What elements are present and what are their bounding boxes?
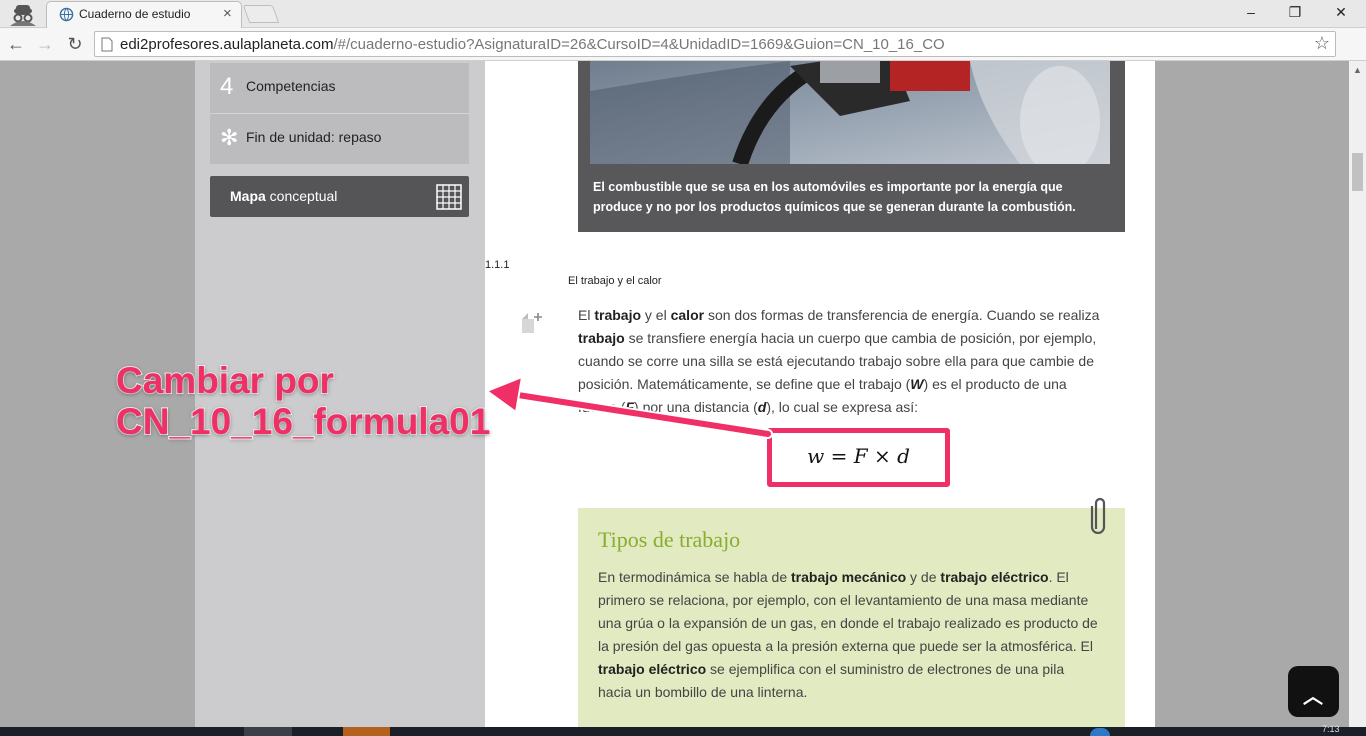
body-paragraph: El trabajo y el calor son dos formas de … [578,304,1108,419]
globe-icon [59,7,74,22]
paragraph-bold-text: F [625,399,635,415]
paragraph-bold-text: trabajo [578,330,625,346]
url-path: /#/cuaderno-estudio?AsignaturaID=26&Curs… [333,36,945,53]
image-caption: El combustible que se usa en los automóv… [593,177,1113,217]
paragraph-bold-text: trabajo [594,307,642,323]
caption-text: El combustible que se usa en los automóv… [593,180,993,194]
taskbar-app[interactable] [244,727,292,736]
vertical-scrollbar[interactable]: ▲ [1349,61,1366,727]
item-number: 4 [220,73,234,100]
sidebar-item-label: Fin de unidad: repaso [246,129,382,145]
concept-map-rest: conceptual [265,188,338,204]
info-box-text: En termodinámica se habla de [598,569,791,585]
incognito-icon [10,5,36,26]
info-box-text: En termodinámica se habla de trabajo mec… [598,566,1098,704]
image-figure: El combustible que se usa en los automóv… [578,61,1125,232]
sidebar-item-competencias[interactable]: 4 Competencias [210,63,469,113]
add-note-icon[interactable] [520,311,544,335]
info-box: Tipos de trabajo En termodinámica se hab… [578,508,1125,727]
tab-strip: Cuaderno de estudio × – ❐ ✕ [0,0,1366,28]
concept-map-label: Mapa conceptual [230,188,337,204]
sidebar-item-fin-de-unidad[interactable]: ✻ Fin de unidad: repaso [210,114,469,164]
taskbar-clock: 7:13 [1322,724,1340,734]
paragraph-text: y el [641,307,671,323]
bookmark-star-icon[interactable]: ☆ [1314,33,1330,54]
address-bar[interactable]: edi2profesores.aulaplaneta.com/#/cuadern… [94,31,1336,57]
info-box-bold-text: trabajo eléctrico [940,569,1049,585]
sidebar-item-label: Competencias [246,78,336,94]
url-text: edi2profesores.aulaplaneta.com/#/cuadern… [120,36,945,53]
taskbar: 7:13 [0,724,1366,736]
url-host: edi2profesores.aulaplaneta.com [120,36,334,53]
scrollbar-thumb[interactable] [1352,153,1363,191]
grid-icon [436,184,462,210]
info-box-text: y de [906,569,941,585]
caption-bold-text: energía [992,180,1037,194]
reload-button[interactable]: ↻ [63,31,87,57]
scroll-to-top-button[interactable]: ︿ [1288,666,1339,717]
tab-close-icon[interactable]: × [223,5,232,22]
taskbar-app[interactable] [1090,728,1110,736]
paperclip-icon [1090,497,1106,534]
section-number: 1.1.1 [485,259,510,271]
study-content: El combustible que se usa en los automóv… [485,61,1155,727]
page-icon [101,37,113,52]
paragraph-text: ), lo cual se expresa así: [766,399,919,415]
info-box-title: Tipos de trabajo [598,527,741,552]
paragraph-text: El [578,307,595,323]
tab-cuaderno[interactable]: Cuaderno de estudio × [46,1,242,28]
minimize-button[interactable]: – [1228,0,1274,24]
paragraph-bold-text: calor [670,307,705,323]
chevron-up-icon: ︿ [1303,686,1323,708]
new-tab-button[interactable] [242,5,280,23]
annotation-line2: CN_10_16_formula01 [115,400,491,443]
annotation-text: Cambiar por CN_10_16_formula01 [115,359,491,443]
fuel-nozzle-photo [590,61,1110,164]
browser-toolbar: ← → ↻ edi2profesores.aulaplaneta.com/#/c… [0,28,1366,79]
info-box-bold-text: trabajo eléctrico [598,661,707,677]
asterisk-icon: ✻ [220,125,239,150]
concept-map-bold: Mapa [230,188,266,204]
concept-map-button[interactable]: Mapa conceptual [210,176,469,217]
formula-box: w = F × d [767,428,950,487]
info-box-bold-text: trabajo mecánico [791,569,907,585]
section-title: El trabajo y el calor [568,275,662,287]
back-button[interactable]: ← [4,31,28,57]
close-window-button[interactable]: ✕ [1318,0,1364,24]
scroll-up-icon[interactable]: ▲ [1353,65,1362,75]
taskbar-app[interactable] [343,727,390,736]
annotation-line1: Cambiar por [115,359,335,402]
restore-button[interactable]: ❐ [1272,0,1318,24]
paragraph-bold-text: W [910,376,924,392]
paragraph-text: son dos formas de transferencia de energ… [704,307,1100,323]
forward-button[interactable]: → [33,31,57,57]
paragraph-text: ) por una distancia ( [634,399,758,415]
tab-title: Cuaderno de estudio [79,7,191,21]
